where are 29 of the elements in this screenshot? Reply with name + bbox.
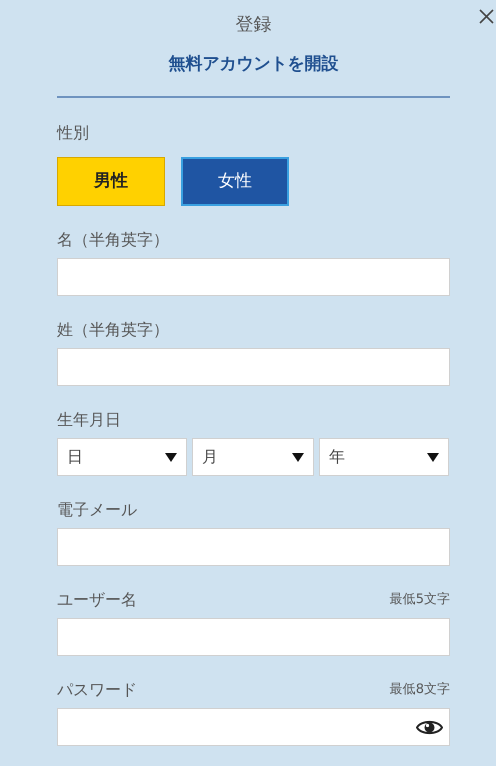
select-field[interactable]: 日 — [57, 438, 187, 476]
select-value: 年 — [329, 446, 345, 468]
field-label: 生年月日 — [57, 409, 121, 431]
select-value: 日 — [67, 446, 83, 468]
input-field[interactable] — [57, 618, 450, 656]
field-label: パスワード — [57, 679, 137, 701]
select-field[interactable]: 年 — [319, 438, 449, 476]
caret-icon — [427, 452, 439, 462]
eye-icon[interactable] — [416, 718, 443, 736]
field-label: 姓（半角英字） — [57, 319, 169, 341]
field-label: 性別 — [57, 122, 90, 144]
input-field[interactable] — [57, 528, 450, 566]
input-field[interactable] — [57, 348, 450, 386]
password-field[interactable] — [57, 708, 450, 746]
gender-button[interactable]: 女性 — [181, 157, 289, 206]
field-label: 名（半角英字） — [57, 229, 169, 251]
field-hint: 最低5文字 — [390, 591, 450, 609]
select-field[interactable]: 月 — [192, 438, 314, 476]
input-field[interactable] — [57, 258, 450, 296]
gender-button[interactable]: 男性 — [57, 157, 165, 206]
dialog-title: 登録 — [236, 13, 272, 37]
field-label: ユーザー名 — [57, 589, 137, 611]
select-value: 月 — [202, 446, 218, 468]
field-label: 電子メール — [57, 499, 137, 521]
field-hint: 最低8文字 — [390, 681, 450, 699]
dialog-subtitle: 無料アカウントを開設 — [168, 53, 338, 76]
close-icon[interactable] — [479, 9, 494, 24]
caret-icon — [165, 452, 177, 462]
caret-icon — [292, 452, 304, 462]
